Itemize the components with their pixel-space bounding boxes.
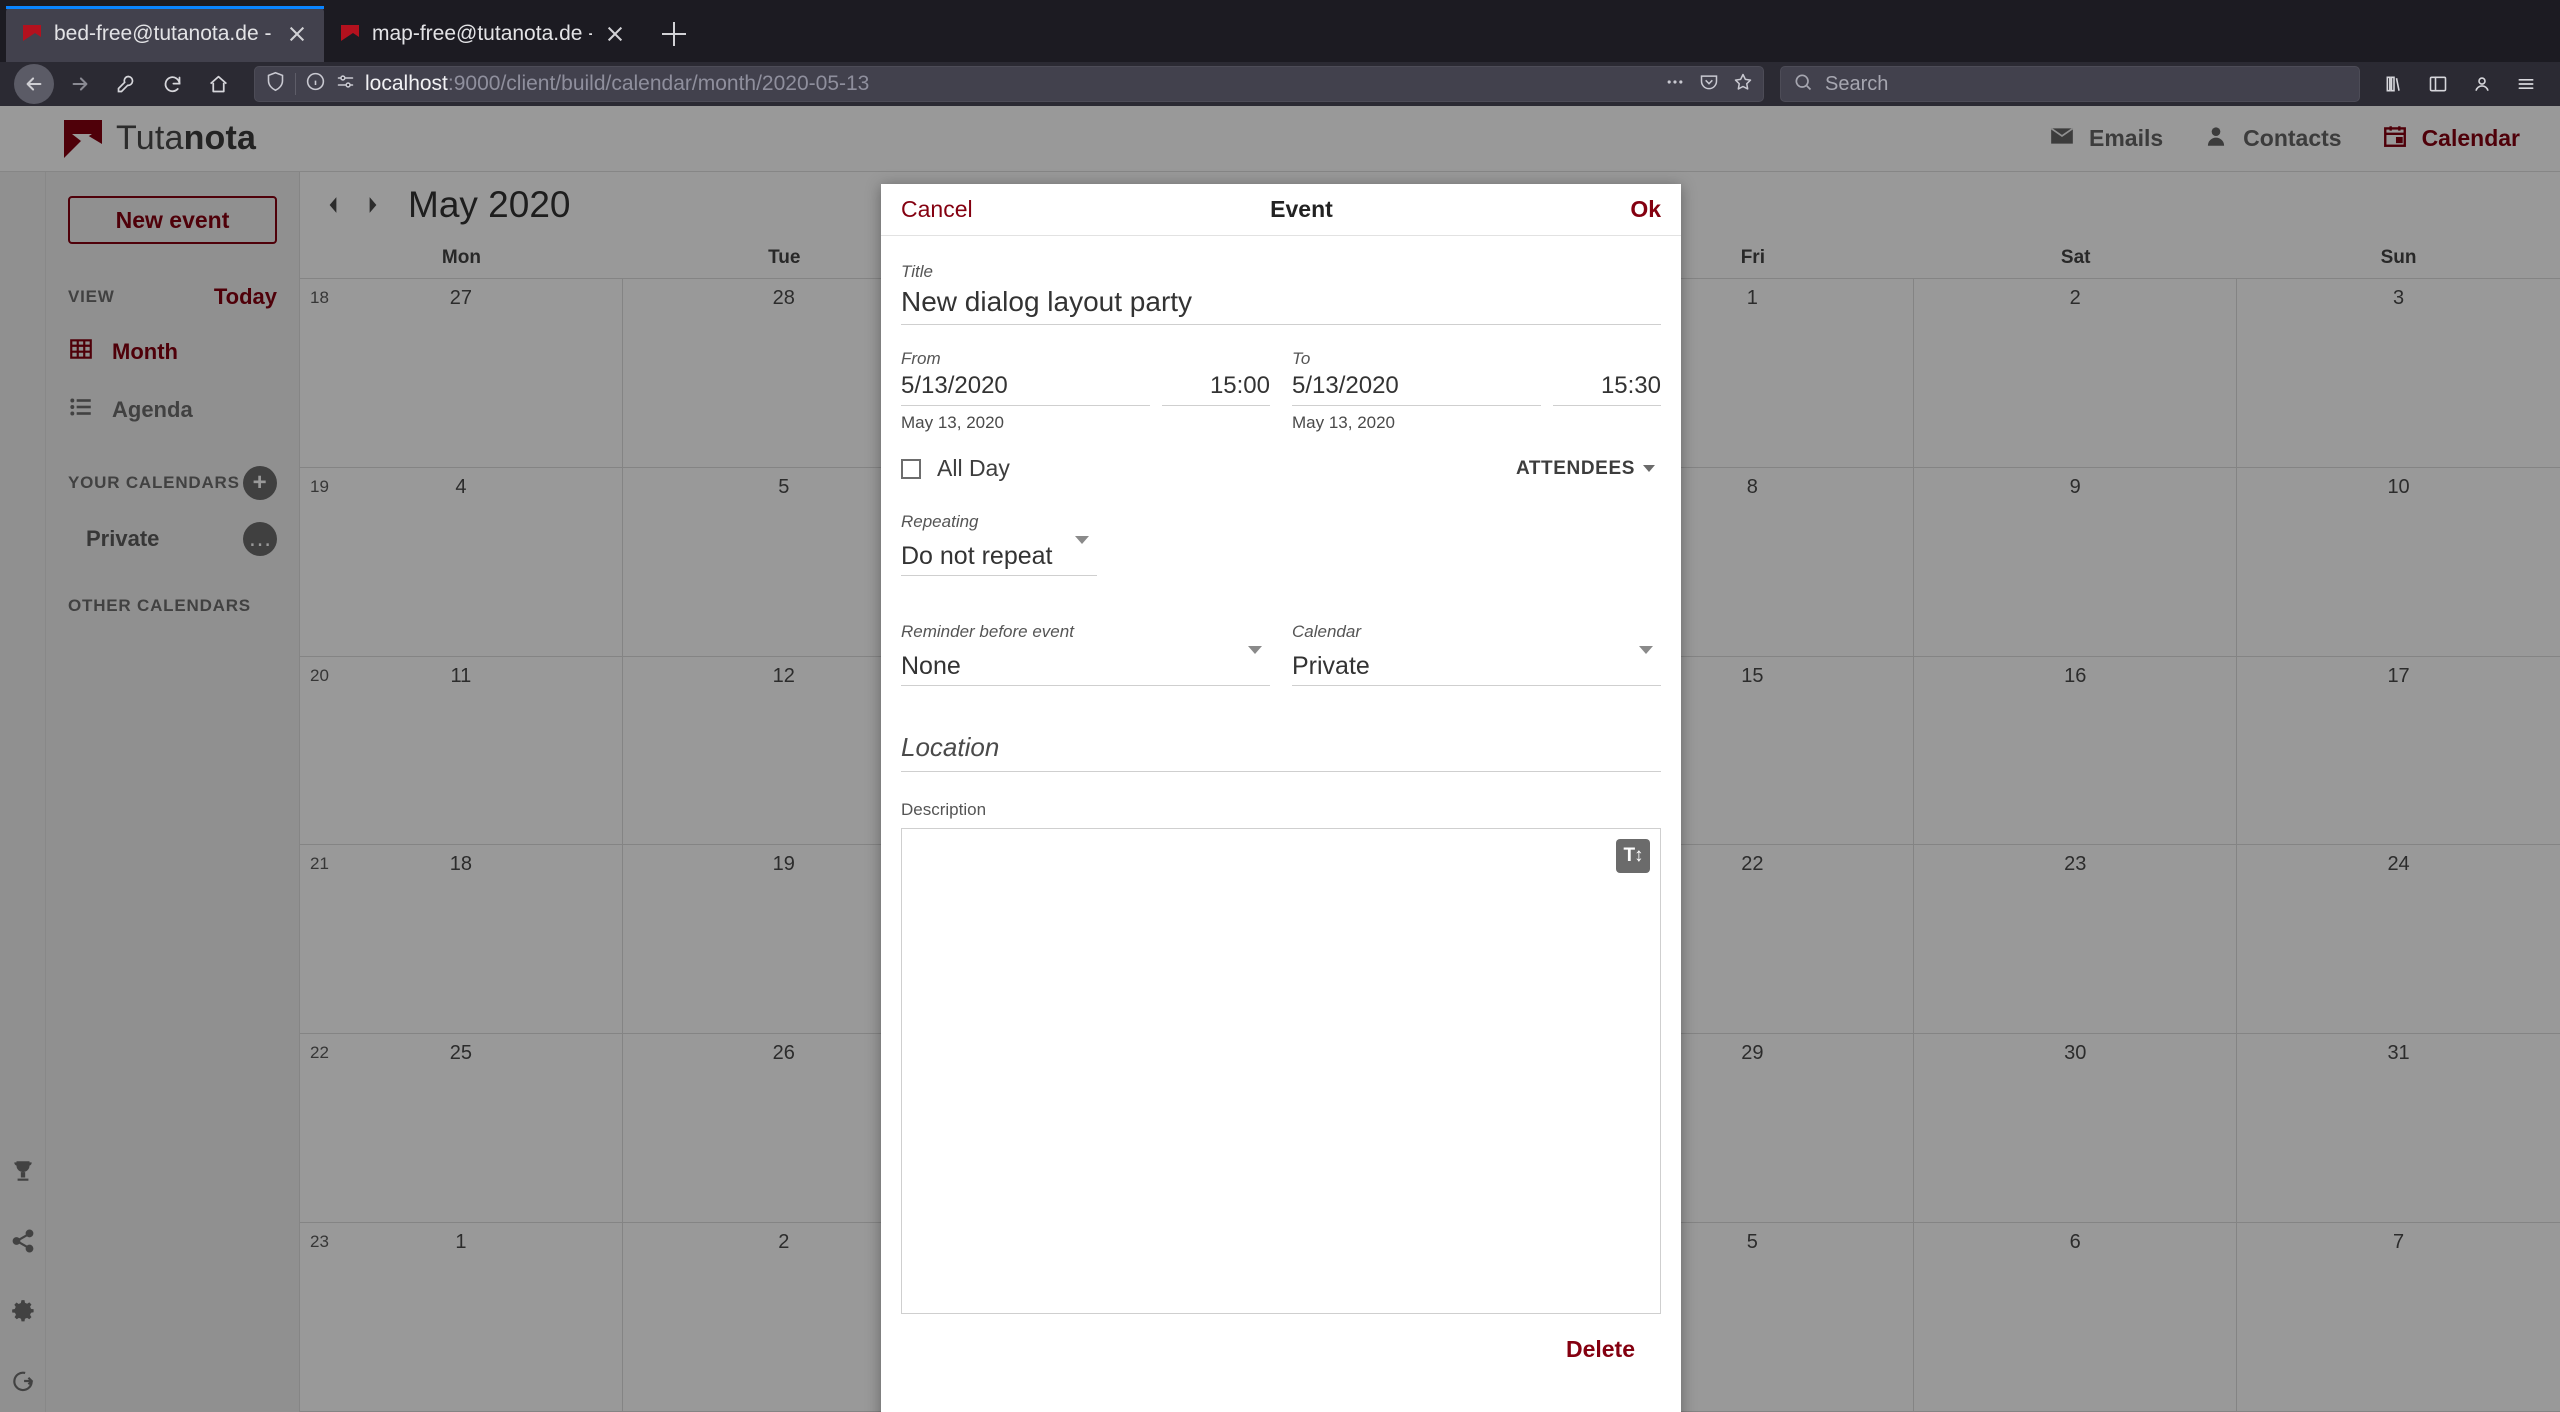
repeating-select[interactable]: Do not repeat bbox=[901, 532, 1097, 576]
to-group: To 5/13/2020 15:30 May 13, 2020 bbox=[1292, 349, 1661, 433]
to-time-input[interactable]: 15:30 bbox=[1553, 369, 1661, 406]
to-label: To bbox=[1292, 349, 1311, 368]
pocket-icon[interactable] bbox=[1699, 72, 1719, 97]
browser-tab-1-title: bed-free@tutanota.de - T bbox=[54, 22, 274, 45]
hamburger-menu-icon[interactable] bbox=[2506, 64, 2546, 104]
wrench-icon[interactable] bbox=[106, 64, 146, 104]
repeating-value: Do not repeat bbox=[901, 542, 1053, 570]
chevron-down-icon bbox=[1639, 646, 1653, 654]
reminder-value: None bbox=[901, 652, 961, 680]
attendees-dropdown[interactable]: ATTENDEES bbox=[1516, 458, 1661, 480]
reminder-group: Reminder before event None bbox=[901, 622, 1270, 686]
url-text: localhost:9000/client/build/calendar/mon… bbox=[365, 72, 869, 96]
description-label: Description bbox=[901, 800, 987, 819]
ellipsis-icon[interactable] bbox=[1665, 72, 1685, 97]
search-bar[interactable]: Search bbox=[1780, 66, 2360, 102]
delete-button[interactable]: Delete bbox=[901, 1314, 1661, 1363]
from-date-preview: May 13, 2020 bbox=[901, 413, 1005, 432]
event-dialog-title: Event bbox=[1270, 196, 1333, 222]
reload-icon[interactable] bbox=[152, 64, 192, 104]
home-icon[interactable] bbox=[198, 64, 238, 104]
datetime-row: From 5/13/2020 15:00 May 13, 2020 To 5/1… bbox=[901, 349, 1661, 433]
calendar-select[interactable]: Private bbox=[1292, 642, 1661, 686]
calendar-group: Calendar Private bbox=[1292, 622, 1661, 686]
forward-arrow-icon[interactable] bbox=[60, 64, 100, 104]
search-icon bbox=[1793, 72, 1813, 97]
calendar-select-value: Private bbox=[1292, 652, 1370, 680]
title-input[interactable]: New dialog layout party bbox=[901, 282, 1661, 325]
close-icon[interactable] bbox=[602, 21, 628, 47]
attendees-label: ATTENDEES bbox=[1515, 457, 1635, 479]
toolbar-right-icons bbox=[2374, 64, 2546, 104]
location-input: Location bbox=[901, 732, 1000, 762]
to-date-input[interactable]: 5/13/2020 bbox=[1292, 369, 1541, 406]
tutanota-icon bbox=[20, 22, 44, 46]
reminder-label: Reminder before event bbox=[901, 622, 1074, 641]
all-day-row: All Day ATTENDEES bbox=[901, 455, 1661, 482]
browser-tab-2[interactable]: map-free@tutanota.de - bbox=[324, 6, 642, 62]
url-host: localhost bbox=[365, 72, 448, 95]
permissions-icon[interactable] bbox=[335, 71, 356, 97]
repeating-label: Repeating bbox=[901, 512, 979, 531]
browser-window: bed-free@tutanota.de - T map-free@tutano… bbox=[0, 0, 2560, 1412]
url-path: :9000/client/build/calendar/month/2020-0… bbox=[447, 72, 870, 95]
sidebar-icon[interactable] bbox=[2418, 64, 2458, 104]
chevron-down-icon bbox=[1643, 465, 1655, 472]
browser-toolbar: localhost:9000/client/build/calendar/mon… bbox=[0, 62, 2560, 106]
all-day-checkbox[interactable] bbox=[901, 458, 921, 479]
close-icon[interactable] bbox=[284, 21, 310, 47]
event-dialog-header: Cancel Event Ok bbox=[881, 184, 1681, 236]
text-format-button[interactable]: T↕ bbox=[1616, 839, 1650, 873]
browser-tab-1[interactable]: bed-free@tutanota.de - T bbox=[6, 6, 324, 62]
to-time-field: 15:30 bbox=[1553, 369, 1661, 406]
description-input[interactable]: T↕ bbox=[901, 828, 1661, 1314]
reminder-calendar-row: Reminder before event None Calendar Priv… bbox=[901, 622, 1661, 686]
from-date-input[interactable]: 5/13/2020 bbox=[901, 369, 1150, 406]
title-field-label: Title bbox=[901, 262, 933, 281]
event-dialog-body: Title New dialog layout party From 5/13/… bbox=[881, 236, 1681, 1363]
divider bbox=[295, 73, 296, 95]
info-icon[interactable] bbox=[305, 71, 326, 97]
calendar-select-label: Calendar bbox=[1292, 622, 1361, 641]
repeating-group: Repeating Do not repeat bbox=[901, 512, 1097, 576]
description-group: Description T↕ bbox=[901, 800, 1661, 1314]
from-group: From 5/13/2020 15:00 May 13, 2020 bbox=[901, 349, 1270, 433]
title-field-group: Title New dialog layout party bbox=[901, 262, 1661, 325]
event-dialog: Cancel Event Ok Title New dialog layout … bbox=[881, 184, 1681, 1412]
tutanota-app: Tutanota Emails Contacts Calendar New ev… bbox=[0, 106, 2560, 1412]
to-date-preview: May 13, 2020 bbox=[1292, 413, 1396, 432]
to-date-field: 5/13/2020 bbox=[1292, 369, 1541, 406]
ok-button[interactable]: Ok bbox=[1630, 196, 1661, 223]
account-icon[interactable] bbox=[2462, 64, 2502, 104]
reminder-select[interactable]: None bbox=[901, 642, 1270, 686]
tutanota-icon bbox=[338, 22, 362, 46]
chevron-down-icon bbox=[1248, 646, 1262, 654]
search-placeholder: Search bbox=[1825, 72, 1889, 95]
new-tab-button[interactable] bbox=[652, 12, 696, 56]
address-bar[interactable]: localhost:9000/client/build/calendar/mon… bbox=[254, 66, 1764, 102]
library-icon[interactable] bbox=[2374, 64, 2414, 104]
all-day-label: All Day bbox=[937, 455, 1010, 481]
chevron-down-icon bbox=[1075, 536, 1089, 544]
shield-icon[interactable] bbox=[265, 71, 286, 97]
from-time-input[interactable]: 15:00 bbox=[1162, 369, 1270, 406]
star-icon[interactable] bbox=[1733, 72, 1753, 97]
location-group[interactable]: Location bbox=[901, 730, 1661, 772]
from-time-field: 15:00 bbox=[1162, 369, 1270, 406]
from-date-field: 5/13/2020 bbox=[901, 369, 1150, 406]
from-label: From bbox=[901, 349, 941, 368]
back-arrow-icon[interactable] bbox=[14, 64, 54, 104]
browser-tab-2-title: map-free@tutanota.de - bbox=[372, 22, 592, 45]
cancel-button[interactable]: Cancel bbox=[901, 196, 973, 223]
tab-strip: bed-free@tutanota.de - T map-free@tutano… bbox=[0, 0, 2560, 62]
